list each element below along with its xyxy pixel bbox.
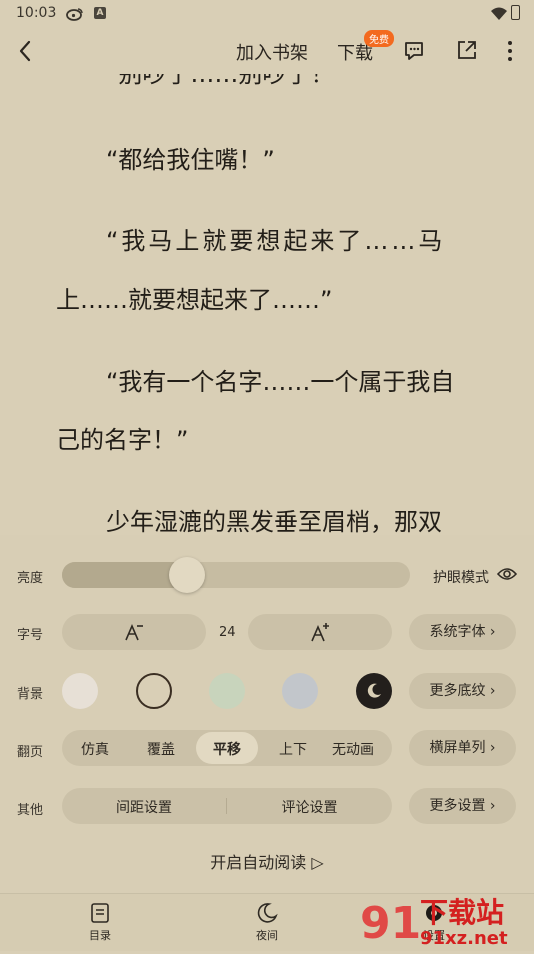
other-label: 其他 [17,803,44,818]
toc-label: 目录 [89,929,111,942]
text-line: 上……就要想起来了……” [56,286,333,314]
page-turn-option[interactable]: 无动画 [320,739,386,759]
weibo-icon [66,6,84,25]
fontsize-label: 字号 [17,628,44,643]
more-settings-button[interactable]: 更多设置 › [409,788,516,824]
more-backgrounds-button[interactable]: 更多底纹 › [409,673,516,709]
page-turn-option[interactable]: 上下 [260,739,326,759]
comment-icon[interactable] [402,39,426,67]
brightness-label: 亮度 [17,571,44,586]
text-line: 己的名字！” [56,426,189,454]
bg-swatch-blue[interactable] [282,673,318,709]
reader-topbar: 加入书架 下载 免费 [0,28,534,74]
page-turn-selector: 仿真 覆盖 平移 上下 无动画 [62,730,392,766]
bg-swatch-white[interactable] [62,673,98,709]
reading-area[interactable]: “别吵了……别吵了！” “都给我住嘴！” “我马上就要想起来了……马 上……就要… [0,74,534,534]
landscape-column-button[interactable]: 横屏单列 › [409,730,516,766]
toc-tab[interactable]: 目录 [70,902,130,943]
page-turn-label: 翻页 [17,745,44,760]
toc-icon [91,903,109,923]
other-settings-group: 间距设置 评论设置 [62,788,392,824]
watermark-digits: 91 [360,898,421,949]
text-line: “都给我住嘴！” [106,146,275,174]
brightness-knob[interactable] [169,557,206,593]
free-badge: 免费 [364,30,394,47]
text-line: “我有一个名字……一个属于我自 [106,368,455,396]
text-line: 少年湿漉的黑发垂至眉梢，那双 [106,508,442,534]
moon-icon [367,683,381,698]
wifi-icon [490,6,508,25]
watermark-text: 下载站 [420,896,504,929]
background-label: 背景 [17,687,44,702]
font-decrease-button[interactable] [62,614,206,650]
battery-icon [511,5,520,20]
bg-swatch-green[interactable] [209,673,245,709]
status-bar: 10:03 A [0,0,534,28]
back-button[interactable] [14,38,40,64]
bg-swatch-paper[interactable] [136,673,172,709]
brightness-slider[interactable] [62,562,410,588]
eye-mode-label[interactable]: 护眼模式 [433,567,489,587]
text-line: “我马上就要想起来了……马 [106,227,446,255]
share-icon[interactable] [456,39,478,65]
watermark-domain: 91xz.net [420,928,508,949]
page-turn-option[interactable]: 平移 [194,739,260,759]
watermark-logo: 91 下载站 91xz.net [358,890,534,950]
more-icon[interactable] [505,39,515,67]
auto-read-button[interactable]: 开启自动阅读 ▷ [0,849,534,873]
font-increase-icon [311,623,329,642]
page-turn-option[interactable]: 覆盖 [128,739,194,759]
settings-panel: 亮度 护眼模式 字号 24 系统字体 › 背景 更多底纹 › 翻页 仿真 覆盖 … [0,535,534,893]
status-time: 10:03 [16,5,57,21]
comment-settings-button[interactable]: 评论设置 [227,797,392,817]
text-line: “别吵了……别吵了！” [106,74,347,88]
night-icon [257,903,278,923]
page-turn-option[interactable]: 仿真 [62,739,128,759]
font-size-value: 24 [219,625,236,640]
font-decrease-icon [125,623,143,641]
back-icon [19,40,31,62]
add-to-shelf-button[interactable]: 加入书架 [236,39,308,65]
eye-icon[interactable] [496,566,518,586]
night-tab[interactable]: 夜间 [237,902,297,943]
system-font-button[interactable]: 系统字体 › [409,614,516,650]
bg-swatch-night[interactable] [356,673,392,709]
font-increase-button[interactable] [248,614,392,650]
spacing-settings-button[interactable]: 间距设置 [62,797,226,817]
night-label: 夜间 [256,929,278,942]
notification-a-icon: A [94,7,106,19]
